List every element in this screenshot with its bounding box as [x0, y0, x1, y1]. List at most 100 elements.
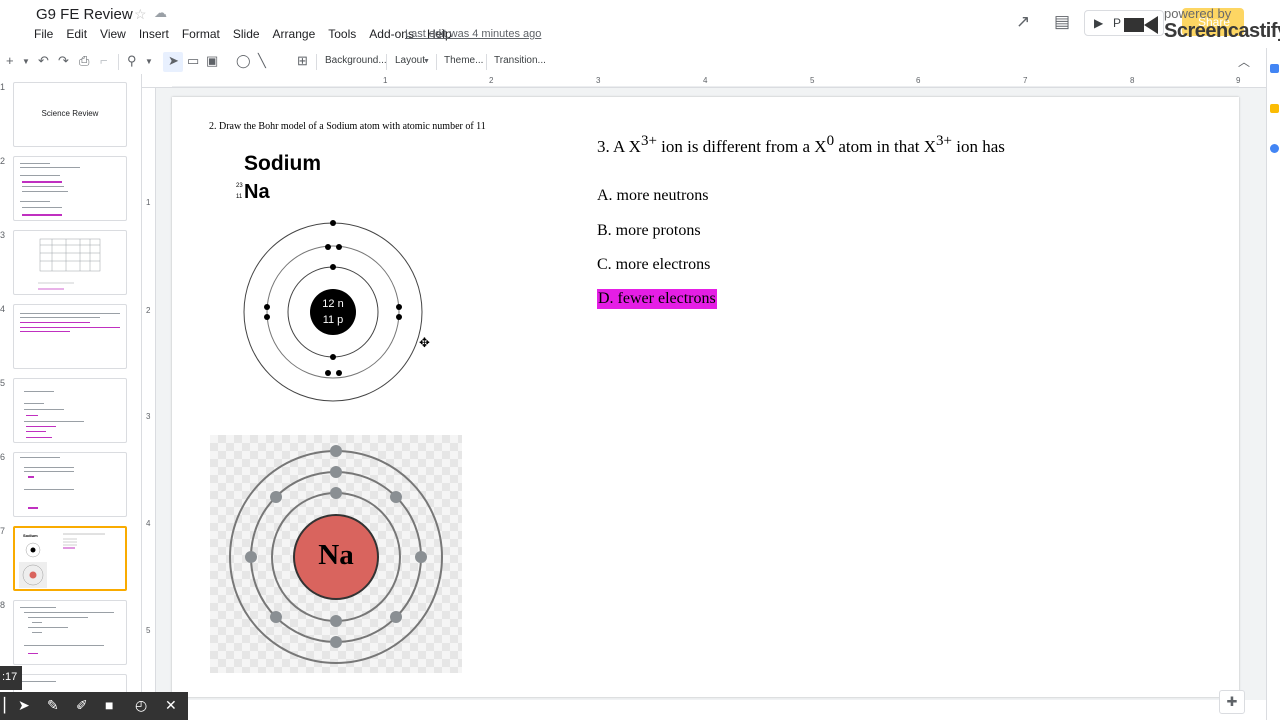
slide-number: 7 [0, 526, 6, 536]
watermark-brand: Screencastify [1164, 20, 1280, 42]
bohr-model-image[interactable]: Na [210, 435, 462, 673]
menu-format[interactable]: Format [182, 27, 220, 41]
option-c[interactable]: C. more electrons [597, 256, 710, 274]
cloud-status-icon[interactable]: ☁ [154, 5, 167, 21]
transition-button[interactable]: Transition... [494, 55, 546, 66]
ruler-number: 2 [489, 76, 494, 85]
slide-number: 6 [0, 452, 6, 462]
comment-add-icon[interactable]: ⊞ [297, 53, 308, 69]
mass-number: 23 [236, 183, 243, 189]
highlighter-icon[interactable]: ✐ [76, 697, 88, 714]
toolbar-divider [386, 54, 387, 70]
ruler-number: 1 [146, 198, 151, 207]
slide-thumbnail-4[interactable] [13, 304, 127, 369]
nucleus [310, 289, 356, 335]
menu-tools[interactable]: Tools [328, 27, 356, 41]
ruler-number: 9 [1236, 76, 1241, 85]
recorder-menu-icon[interactable]: ▏ [4, 697, 15, 714]
nucleus-protons-label: 11 p [323, 314, 344, 326]
ruler-number: 4 [703, 76, 708, 85]
slide-thumbnail-7-active[interactable]: Sodium [13, 526, 127, 591]
pen-tool-icon[interactable]: ✎ [47, 697, 59, 714]
slide-number: 4 [0, 304, 6, 314]
nucleus-neutrons-label: 12 n [322, 298, 343, 310]
ruler-number: 6 [916, 76, 921, 85]
svg-text:Sodium: Sodium [23, 533, 38, 538]
ruler-number: 5 [810, 76, 815, 85]
menu-view[interactable]: View [100, 27, 126, 41]
zoom-dropdown-icon[interactable]: ▼ [145, 57, 153, 66]
ruler-number: 3 [146, 412, 151, 421]
menu-bar: File Edit View Insert Format Slide Arran… [34, 27, 465, 41]
close-icon[interactable]: ✕ [165, 697, 177, 714]
layout-button[interactable]: Layout [395, 55, 425, 66]
image-element-symbol: Na [318, 539, 354, 571]
bohr-model-thumbnail-graphic: Sodium [19, 533, 105, 588]
slide-thumbnail-2[interactable] [13, 156, 127, 221]
select-cursor-icon[interactable]: ➤ [168, 53, 179, 69]
slide-thumbnail-8[interactable] [13, 600, 127, 665]
question-2-text[interactable]: 2. Draw the Bohr model of a Sodium atom … [209, 121, 486, 132]
zoom-icon[interactable]: ⚲ [127, 53, 137, 69]
element-symbol[interactable]: Na [244, 181, 270, 204]
calendar-icon[interactable] [1270, 64, 1279, 73]
last-edit-link[interactable]: Last edit was 4 minutes ago [405, 28, 541, 40]
ruler-number: 4 [146, 519, 151, 528]
activity-icon[interactable]: ↗ [1016, 12, 1030, 32]
menu-arrange[interactable]: Arrange [273, 27, 316, 41]
menu-slide[interactable]: Slide [233, 27, 260, 41]
image-icon[interactable]: ▣ [206, 53, 218, 69]
print-icon[interactable]: ⎙ [79, 53, 89, 69]
text-box-icon[interactable]: ▭ [187, 53, 199, 69]
slide-filmstrip[interactable]: 1 Science Review 2 3 4 5 6 7 Sodium 8 [0, 74, 142, 720]
document-title[interactable]: G9 FE Review [36, 6, 133, 23]
option-b[interactable]: B. more protons [597, 222, 701, 240]
slide-thumbnail-5[interactable] [13, 378, 127, 443]
new-slide-dropdown-icon[interactable]: ▼ [22, 57, 30, 66]
recording-timer: :17 [0, 666, 22, 690]
undo-icon[interactable]: ↶ [38, 53, 49, 69]
menu-insert[interactable]: Insert [139, 27, 169, 41]
slide-thumbnail-1[interactable]: Science Review [13, 82, 127, 147]
theme-button[interactable]: Theme... [444, 55, 483, 66]
new-slide-icon[interactable]: + [6, 53, 14, 68]
layout-dropdown-icon[interactable]: ▼ [423, 58, 430, 65]
slide-canvas[interactable]: 2. Draw the Bohr model of a Sodium atom … [172, 97, 1239, 697]
ruler-number: 3 [596, 76, 601, 85]
slide-number: 8 [0, 600, 6, 610]
menu-file[interactable]: File [34, 27, 53, 41]
timer-icon[interactable]: ◴ [135, 697, 147, 714]
move-cursor-icon: ✥ [419, 335, 430, 350]
question-3-text[interactable]: 3. A X3+ ion is different from a X0 atom… [597, 134, 1005, 157]
bohr-model-drawing[interactable]: 12 n 11 p [242, 219, 428, 405]
screencastify-watermark: powered by Screencastify [1120, 4, 1280, 48]
star-icon[interactable]: ☆ [134, 6, 147, 23]
menu-edit[interactable]: Edit [66, 27, 87, 41]
side-panel-strip [1266, 48, 1280, 720]
camera-icon[interactable]: ■ [105, 697, 113, 713]
option-a[interactable]: A. more neutrons [597, 187, 709, 205]
slide-thumbnail-title: Science Review [41, 109, 99, 118]
slide-number: 2 [0, 156, 6, 166]
option-d-highlighted[interactable]: D. fewer electrons [597, 289, 717, 309]
background-button[interactable]: Background... [325, 55, 387, 66]
watermark-powered-by: powered by [1164, 6, 1232, 21]
keep-icon[interactable] [1270, 104, 1279, 113]
comments-icon[interactable]: ▤ [1054, 12, 1070, 32]
element-name[interactable]: Sodium [244, 152, 321, 176]
tasks-icon[interactable] [1270, 144, 1279, 153]
redo-icon[interactable]: ↷ [58, 53, 69, 69]
collapse-toolbar-icon[interactable]: ︿ [1238, 53, 1250, 70]
toolbar-divider [436, 54, 437, 70]
line-icon[interactable]: ╲ [258, 53, 266, 69]
cursor-tool-icon[interactable]: ➤ [18, 697, 30, 714]
toolbar-divider [118, 54, 119, 70]
shape-icon[interactable]: ◯ [236, 53, 251, 69]
app-header: G9 FE Review ☆ ☁ File Edit View Insert F… [0, 0, 1280, 48]
present-icon: ▶ [1094, 16, 1104, 30]
slide-thumbnail-6[interactable] [13, 452, 127, 517]
slide-thumbnail-3[interactable] [13, 230, 127, 295]
paint-format-icon[interactable]: ⌐ [100, 53, 108, 68]
explore-button[interactable]: ✚ [1219, 690, 1245, 714]
table-thumbnail-graphic [38, 238, 101, 290]
